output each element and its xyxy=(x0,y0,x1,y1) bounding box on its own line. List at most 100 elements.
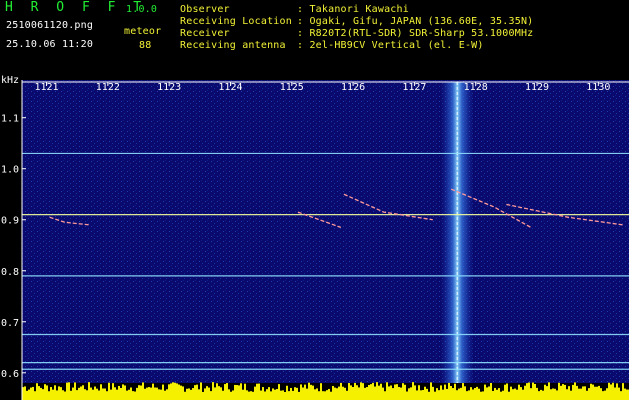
signal-bar-segment xyxy=(166,389,168,400)
signal-bar-segment xyxy=(70,390,72,400)
signal-bar-segment xyxy=(116,389,118,400)
signal-bar-segment xyxy=(374,386,376,400)
x-tick-label: 1130 xyxy=(586,82,610,93)
signal-bar-segment xyxy=(352,387,354,400)
signal-bar-segment xyxy=(42,389,44,400)
signal-bar-segment xyxy=(570,390,572,400)
signal-bar-segment xyxy=(448,382,450,400)
signal-bar-segment xyxy=(304,384,306,400)
signal-bar-segment xyxy=(562,384,564,400)
signal-bar-segment xyxy=(414,385,416,400)
signal-bar-segment xyxy=(286,385,288,400)
signal-bar-segment xyxy=(472,389,474,400)
signal-bar-segment xyxy=(488,386,490,400)
signal-bar-segment xyxy=(68,382,70,400)
signal-bar-segment xyxy=(500,391,502,400)
signal-bar-segment xyxy=(404,384,406,400)
signal-bar-segment xyxy=(180,385,182,400)
signal-bar-segment xyxy=(334,387,336,400)
signal-bar-segment xyxy=(400,387,402,400)
signal-bar-segment xyxy=(406,391,408,400)
signal-bar-segment xyxy=(76,390,78,400)
signal-bar-segment xyxy=(154,387,156,400)
signal-bar-segment xyxy=(326,390,328,400)
signal-bar-segment xyxy=(206,386,208,400)
signal-bar-segment xyxy=(510,386,512,400)
signal-bar-segment xyxy=(444,384,446,400)
x-tick-label: 1129 xyxy=(525,82,549,93)
signal-bar-segment xyxy=(178,384,180,400)
x-tick-label: 1125 xyxy=(280,82,304,93)
signal-bar-segment xyxy=(360,382,362,400)
signal-bar-segment xyxy=(278,384,280,400)
signal-bar-segment xyxy=(574,382,576,400)
signal-bar-segment xyxy=(364,387,366,400)
signal-bar-segment xyxy=(56,390,58,400)
signal-bar-segment xyxy=(176,383,178,400)
signal-bar-segment xyxy=(248,391,250,400)
signal-bar-segment xyxy=(280,390,282,400)
signal-bar-segment xyxy=(508,391,510,400)
signal-bar-segment xyxy=(94,386,96,400)
signal-bar-segment xyxy=(564,384,566,400)
signal-bar-segment xyxy=(84,389,86,400)
signal-bar-segment xyxy=(186,388,188,400)
signal-bar-segment xyxy=(576,385,578,400)
signal-bar-segment xyxy=(440,385,442,400)
signal-bar-segment xyxy=(346,390,348,400)
signal-bar-segment xyxy=(150,387,152,400)
signal-bar-segment xyxy=(612,382,614,400)
signal-bar-segment xyxy=(296,387,298,400)
signal-bar-segment xyxy=(28,389,30,400)
signal-bar-segment xyxy=(584,386,586,400)
signal-bar-segment xyxy=(26,390,28,400)
signal-bar-segment xyxy=(308,382,310,400)
signal-bar-segment xyxy=(546,386,548,400)
signal-bar-segment xyxy=(226,383,228,400)
signal-bar-segment xyxy=(130,387,132,400)
signal-bar-segment xyxy=(314,389,316,400)
signal-bar-segment xyxy=(64,391,66,400)
signal-bar-segment xyxy=(60,387,62,400)
signal-bar-segment xyxy=(536,387,538,400)
signal-bar-segment xyxy=(164,390,166,400)
signal-bar-segment xyxy=(282,390,284,400)
signal-bar-segment xyxy=(218,386,220,400)
signal-bar-segment xyxy=(300,384,302,400)
signal-bar-segment xyxy=(168,384,170,400)
signal-bar-segment xyxy=(132,391,134,400)
signal-bar-segment xyxy=(604,390,606,400)
signal-bar-segment xyxy=(222,390,224,400)
signal-bar-segment xyxy=(48,391,50,400)
signal-bar-segment xyxy=(594,386,596,400)
signal-bar-segment xyxy=(422,389,424,400)
signal-bar-segment xyxy=(424,386,426,400)
signal-bar-segment xyxy=(254,386,256,400)
signal-bar-segment xyxy=(114,387,116,400)
signal-bar-segment xyxy=(212,382,214,400)
signal-bar-segment xyxy=(290,387,292,400)
signal-bar-segment xyxy=(470,387,472,400)
signal-bar-segment xyxy=(88,382,90,400)
signal-bar-segment xyxy=(618,387,620,400)
signal-bar-segment xyxy=(340,382,342,400)
signal-bar-segment xyxy=(530,388,532,400)
signal-bar-segment xyxy=(348,383,350,400)
signal-bar-segment xyxy=(416,390,418,400)
signal-bar-segment xyxy=(62,390,64,400)
signal-bar-segment xyxy=(578,388,580,400)
signal-bar-segment xyxy=(310,384,312,400)
signal-bar-segment xyxy=(494,387,496,400)
signal-bar-segment xyxy=(402,383,404,400)
signal-bar-segment xyxy=(328,388,330,400)
signal-bar-segment xyxy=(210,391,212,400)
signal-bar-segment xyxy=(274,389,276,400)
signal-bar-segment xyxy=(182,386,184,400)
signal-bar-segment xyxy=(262,387,264,400)
signal-bar-segment xyxy=(152,383,154,400)
signal-bar-segment xyxy=(118,385,120,400)
signal-bar-segment xyxy=(458,388,460,400)
signal-bar-segment xyxy=(624,388,626,400)
signal-bar-segment xyxy=(312,385,314,400)
signal-bar-segment xyxy=(560,385,562,400)
